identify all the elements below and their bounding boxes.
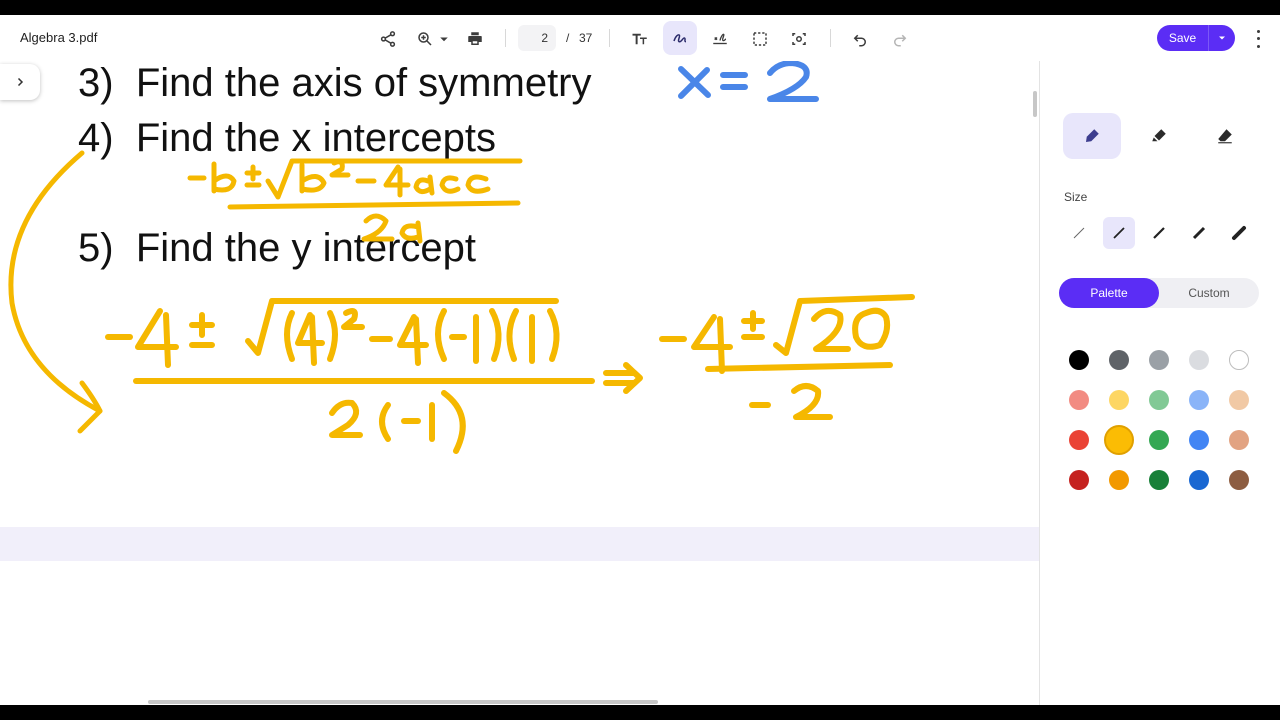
color-swatch[interactable] (1149, 470, 1169, 490)
eraser-icon[interactable] (1196, 113, 1254, 159)
more-icon[interactable] (1250, 28, 1266, 50)
text-icon[interactable] (626, 25, 654, 53)
horizontal-scrollbar[interactable] (148, 700, 658, 704)
tab-palette[interactable]: Palette (1059, 278, 1159, 308)
color-swatch[interactable] (1069, 390, 1089, 410)
color-swatch[interactable] (1189, 350, 1209, 370)
top-toolbar: Algebra 3.pdf 2 / 37 Save (0, 15, 1280, 61)
size-option-1[interactable] (1063, 217, 1095, 249)
size-option-3[interactable] (1143, 217, 1175, 249)
toolbar-divider (830, 29, 831, 47)
screen-search-icon[interactable] (785, 25, 813, 53)
color-swatch[interactable] (1229, 350, 1249, 370)
yellow-work-ink (105, 294, 915, 454)
color-swatch[interactable] (1069, 470, 1089, 490)
pdf-viewer-app: Algebra 3.pdf 2 / 37 Save 3) Find the ax… (0, 15, 1280, 705)
pen-icon[interactable] (1063, 113, 1121, 159)
color-swatch[interactable] (1189, 390, 1209, 410)
palette-mode-toggle: Palette Custom (1059, 278, 1259, 308)
save-button[interactable]: Save (1157, 25, 1235, 51)
color-swatch[interactable] (1069, 350, 1089, 370)
toolbar-divider (609, 29, 610, 47)
page-total: 37 (579, 31, 593, 45)
draw-icon[interactable] (663, 21, 697, 55)
tab-custom[interactable]: Custom (1159, 278, 1259, 308)
color-swatch[interactable] (1109, 350, 1129, 370)
redo-icon[interactable] (886, 25, 914, 53)
vertical-scrollbar[interactable] (1033, 91, 1037, 117)
color-swatch[interactable] (1189, 470, 1209, 490)
save-label: Save (1168, 31, 1197, 45)
color-swatch[interactable] (1229, 430, 1249, 450)
color-swatch[interactable] (1229, 470, 1249, 490)
select-icon[interactable] (746, 25, 774, 53)
color-swatch[interactable] (1149, 430, 1169, 450)
chevron-right-icon[interactable] (0, 64, 40, 100)
toolbar-divider (505, 29, 506, 47)
undo-icon[interactable] (846, 25, 874, 53)
yellow-formula-ink (187, 158, 523, 244)
color-swatch[interactable] (1104, 425, 1134, 455)
color-swatch[interactable] (1109, 390, 1129, 410)
annotation-panel: Size Palette Custom (1039, 61, 1280, 705)
blue-answer-ink (678, 61, 819, 102)
highlighter-icon[interactable] (1130, 113, 1188, 159)
page-break-band (0, 527, 1039, 561)
size-option-4[interactable] (1183, 217, 1215, 249)
size-option-5[interactable] (1223, 217, 1255, 249)
size-option-2[interactable] (1103, 217, 1135, 249)
color-swatch[interactable] (1069, 430, 1089, 450)
chevron-down-icon[interactable] (1209, 25, 1235, 51)
document-page[interactable]: 3) Find the axis of symmetry 4) Find the… (0, 61, 1039, 705)
chevron-down-icon[interactable] (432, 25, 456, 53)
page-number-input[interactable]: 2 (518, 25, 556, 51)
color-swatch[interactable] (1149, 390, 1169, 410)
color-swatch[interactable] (1229, 390, 1249, 410)
file-name: Algebra 3.pdf (20, 30, 98, 45)
color-swatch[interactable] (1109, 470, 1129, 490)
color-swatch[interactable] (1189, 430, 1209, 450)
share-icon[interactable] (374, 25, 402, 53)
size-label: Size (1064, 190, 1088, 204)
handwritten-annotations (8, 61, 915, 454)
color-swatch[interactable] (1149, 350, 1169, 370)
page-separator: / (566, 31, 570, 45)
print-icon[interactable] (461, 25, 489, 53)
signature-icon[interactable] (706, 25, 734, 53)
yellow-arrow-ink (8, 150, 103, 434)
